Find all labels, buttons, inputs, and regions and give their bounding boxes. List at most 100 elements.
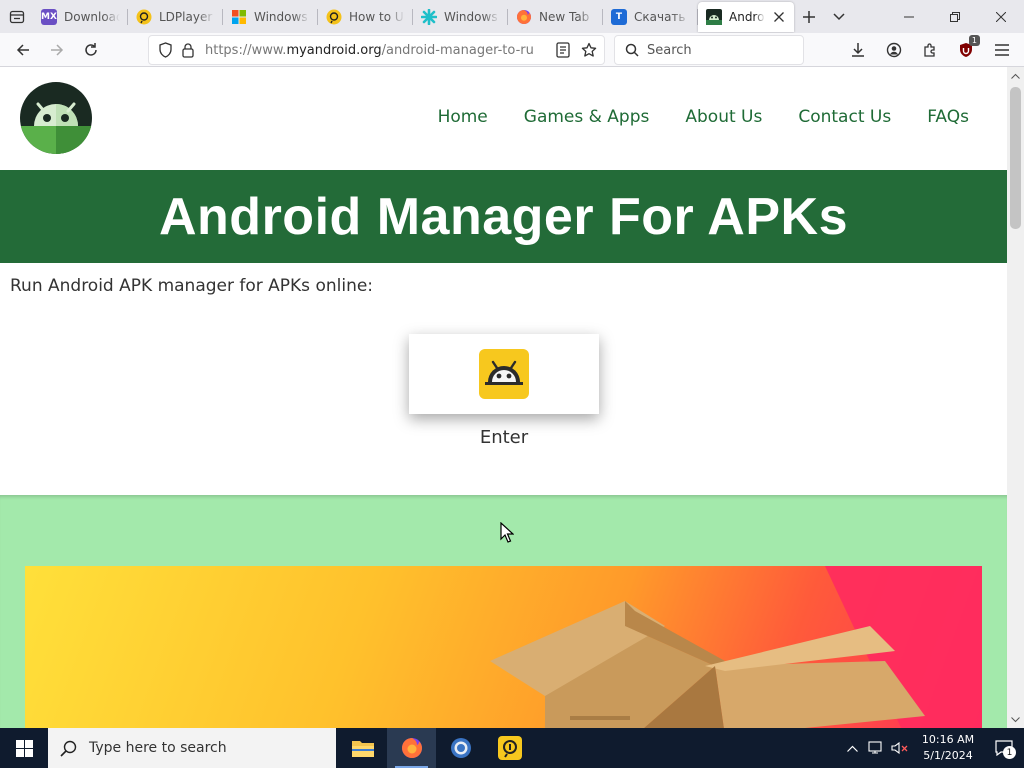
- taskbar-search-placeholder: Type here to search: [89, 740, 227, 756]
- close-window-button[interactable]: [978, 0, 1024, 33]
- start-button[interactable]: [0, 728, 48, 768]
- new-tab-button[interactable]: [794, 0, 824, 33]
- scroll-up-button[interactable]: [1007, 67, 1024, 84]
- account-button[interactable]: [876, 35, 912, 65]
- tab-label: Скачать приложение: [634, 9, 690, 24]
- downloads-button[interactable]: [840, 35, 876, 65]
- scrollbar-thumb[interactable]: [1010, 87, 1021, 229]
- show-hidden-icons-button[interactable]: [840, 728, 864, 768]
- ms-icon: MX: [41, 8, 57, 25]
- restore-icon: [950, 11, 960, 22]
- app-launch-card[interactable]: [409, 334, 599, 414]
- network-icon: [868, 741, 882, 754]
- taskbar-firefox[interactable]: [387, 728, 436, 768]
- tab-label: Windows 10: [254, 9, 310, 24]
- volume-muted-icon: [891, 741, 908, 755]
- back-button[interactable]: [6, 35, 40, 65]
- nav-link-contact-us[interactable]: Contact Us: [798, 107, 891, 127]
- tab-label: Android Manager: [729, 10, 765, 24]
- taskbar-chrome[interactable]: [436, 728, 485, 768]
- ldplayer-icon: [497, 736, 522, 760]
- download-icon: [852, 43, 864, 57]
- web-page: Home Games & Apps About Us Contact Us FAQs A…: [0, 67, 1007, 728]
- browser-tab[interactable]: Android Manager: [698, 2, 794, 32]
- asterisk-icon: [421, 8, 437, 25]
- site-header: Home Games & Apps About Us Contact Us FAQs: [0, 67, 1007, 170]
- nav-link-home[interactable]: Home: [438, 107, 488, 127]
- url-text[interactable]: https://www.myandroid.org/android-manage…: [205, 43, 535, 58]
- ldplayer-icon: [136, 9, 152, 25]
- reload-icon: [85, 42, 97, 56]
- menu-button[interactable]: [984, 35, 1020, 65]
- arrow-right-icon: [51, 43, 64, 56]
- nav-link-about-us[interactable]: About Us: [685, 107, 762, 127]
- network-button[interactable]: [864, 728, 888, 768]
- cursor-arrow-icon: [500, 521, 515, 543]
- tab-label: How to Update: [349, 9, 405, 24]
- nav-link-games-apps[interactable]: Games & Apps: [524, 107, 650, 127]
- account-icon: [886, 42, 902, 58]
- hamburger-menu-icon: [995, 44, 1009, 56]
- enter-label[interactable]: Enter: [409, 427, 599, 448]
- vertical-scrollbar[interactable]: [1007, 67, 1024, 728]
- restore-button[interactable]: [932, 0, 978, 33]
- browser-tab[interactable]: Windows 7: [413, 0, 508, 33]
- address-bar[interactable]: https://www.myandroid.org/android-manage…: [148, 35, 605, 65]
- firefox-view-button[interactable]: [0, 0, 33, 33]
- close-icon: [996, 11, 1006, 22]
- android-logo-icon: [20, 82, 92, 154]
- title-banner: Android Manager For APKs: [0, 170, 1007, 263]
- close-icon: [774, 12, 784, 22]
- search-bar[interactable]: Search: [614, 35, 804, 65]
- lock-icon[interactable]: [179, 42, 197, 58]
- tab-label: LDPlayer 9: [159, 9, 215, 24]
- chevron-down-icon: [833, 12, 845, 20]
- chrome-icon: [450, 738, 471, 758]
- extensions-button[interactable]: [912, 35, 948, 65]
- bookmark-star-button[interactable]: [581, 42, 597, 58]
- mouse-cursor: [500, 521, 515, 544]
- reader-view-icon: [556, 42, 570, 58]
- tracking-protection-shield-icon[interactable]: [151, 42, 179, 58]
- taskbar-file-explorer[interactable]: [338, 728, 387, 768]
- browser-tab[interactable]: New Tab: [508, 0, 603, 33]
- browser-tab[interactable]: LDPlayer 9: [128, 0, 223, 33]
- forward-button[interactable]: [40, 35, 74, 65]
- scroll-down-button[interactable]: [1007, 711, 1024, 728]
- list-all-tabs-button[interactable]: [824, 0, 854, 33]
- t-icon: T: [611, 8, 627, 25]
- nav-link-faqs[interactable]: FAQs: [927, 107, 969, 127]
- browser-tab[interactable]: Windows 10: [223, 0, 318, 33]
- firefox-view-icon: [9, 10, 24, 23]
- windows-icon: [231, 9, 247, 25]
- android-icon: [706, 9, 722, 25]
- chevron-down-icon: [1011, 716, 1020, 722]
- tab-strip: MX Download LDPlayer 9 Windows 10 How to Upd…: [0, 0, 1024, 33]
- plus-icon: [803, 10, 815, 23]
- chevron-up-icon: [846, 745, 858, 752]
- navigation-toolbar: https://www.myandroid.org/android-manage…: [0, 33, 1024, 67]
- reader-view-button[interactable]: [556, 42, 570, 58]
- star-icon: [581, 42, 597, 57]
- intro-text: Run Android APK manager for APKs online:: [10, 276, 374, 296]
- arrow-left-icon: [16, 43, 29, 56]
- browser-tab[interactable]: MX Download: [33, 0, 128, 33]
- notifications-button[interactable]: 1: [984, 728, 1024, 768]
- page-title: Android Manager For APKs: [158, 187, 848, 246]
- reload-button[interactable]: [74, 35, 108, 65]
- taskbar-clock[interactable]: 10:16 AM 5/1/2024: [912, 732, 984, 764]
- ublock-origin-button[interactable]: 1: [948, 35, 984, 65]
- browser-tab[interactable]: How to Update: [318, 0, 413, 33]
- site-logo[interactable]: [20, 82, 92, 154]
- taskbar-search-box[interactable]: Type here to search: [48, 728, 336, 768]
- url-domain: myandroid.org: [286, 42, 382, 58]
- tab-label: Windows 7: [444, 9, 500, 24]
- site-nav: Home Games & Apps About Us Contact Us FAQs: [438, 107, 969, 127]
- volume-button[interactable]: [888, 728, 912, 768]
- url-path: /android-manager-to-run-apks-online/: [381, 42, 535, 58]
- close-tab-button[interactable]: [772, 10, 786, 24]
- browser-tab[interactable]: T Скачать приложение: [603, 0, 698, 33]
- taskbar-ldplayer[interactable]: [485, 728, 534, 768]
- search-icon: [625, 43, 639, 57]
- minimize-button[interactable]: [886, 0, 932, 33]
